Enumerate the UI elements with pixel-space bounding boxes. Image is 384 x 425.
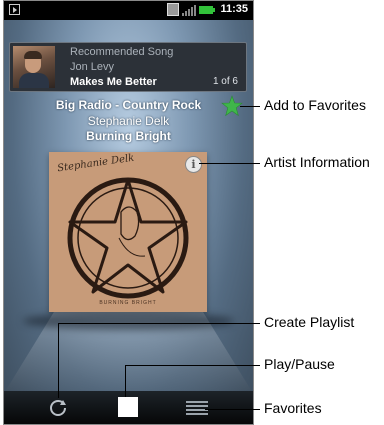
status-time: 11:35 xyxy=(220,3,248,15)
stop-icon[interactable] xyxy=(118,397,138,417)
recommended-artist: Jon Levy xyxy=(70,61,115,73)
create-playlist-icon[interactable] xyxy=(48,398,68,418)
recommended-song-title: Makes Me Better xyxy=(70,76,157,88)
notification-icon xyxy=(167,3,179,16)
album-stage-shadow xyxy=(23,312,234,330)
station-name: Big Radio - Country Rock xyxy=(55,98,202,112)
callout-add-to-favorites: Add to Favorites xyxy=(264,97,366,113)
recommended-song-banner[interactable]: Recommended Song Jon Levy Makes Me Bette… xyxy=(9,42,247,92)
album-art-subtitle: BURNING BRIGHT xyxy=(99,300,157,306)
callout-line-favorites xyxy=(205,409,260,410)
status-bar: 11:35 xyxy=(3,0,254,20)
recommended-artist-thumbnail xyxy=(13,46,55,88)
app-notification-icon xyxy=(9,4,20,15)
callout-favorites: Favorites xyxy=(264,400,322,416)
callout-vline-play-pause xyxy=(125,365,126,397)
callout-line-create-playlist xyxy=(58,323,260,324)
callout-line-add-to-favorites xyxy=(240,106,260,107)
info-icon[interactable]: i xyxy=(185,156,202,173)
album-name: Burning Bright xyxy=(86,129,171,143)
album-art: Stephanie Delk BURNING BRIGHT xyxy=(49,152,207,312)
artist-name: Stephanie Delk xyxy=(87,114,170,128)
callout-line-play-pause xyxy=(125,365,260,366)
callout-play-pause: Play/Pause xyxy=(264,356,335,372)
list-icon[interactable] xyxy=(186,400,208,416)
recommended-label: Recommended Song xyxy=(70,46,174,58)
callout-vline-create-playlist xyxy=(58,323,59,398)
callout-artist-information: Artist Information xyxy=(264,154,370,170)
battery-icon xyxy=(199,6,215,14)
album-art-star-graphic xyxy=(67,177,189,299)
callout-create-playlist: Create Playlist xyxy=(264,314,355,330)
signal-icon xyxy=(182,4,196,16)
recommended-count: 1 of 6 xyxy=(212,76,238,87)
callout-line-artist-information xyxy=(199,163,260,164)
phone-screen: 11:35 Recommended Song Jon Levy Makes Me… xyxy=(3,0,254,425)
